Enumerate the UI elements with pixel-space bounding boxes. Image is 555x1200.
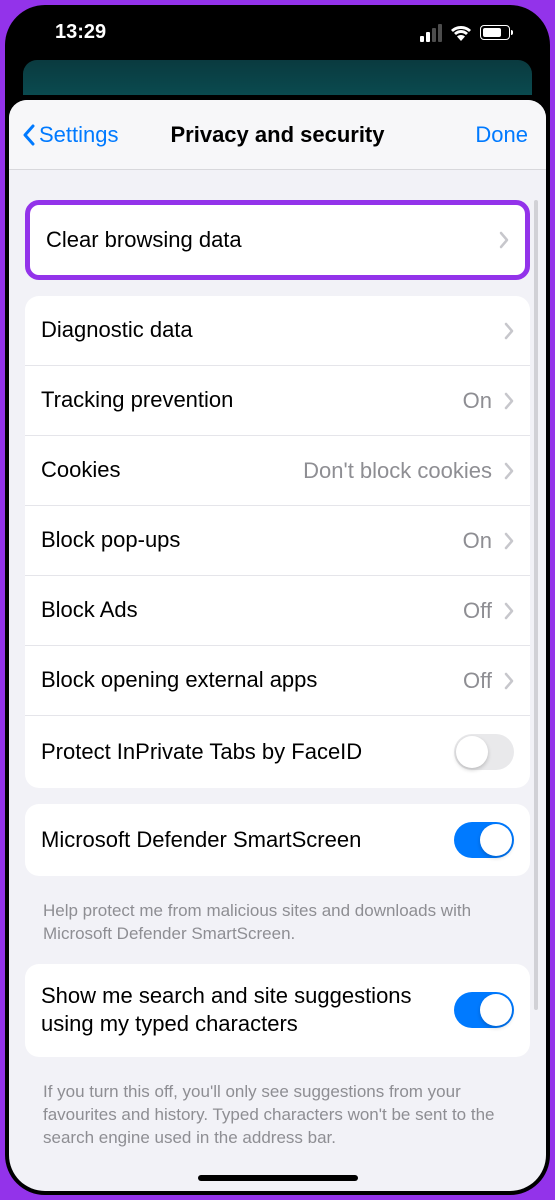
section-footer-smartscreen: Help protect me from malicious sites and… [25, 892, 530, 964]
chevron-right-icon [499, 231, 509, 249]
row-label: Tracking prevention [41, 386, 451, 415]
row-cookies[interactable]: Cookies Don't block cookies [25, 436, 530, 506]
chevron-right-icon [504, 392, 514, 410]
settings-section-highlighted: Clear browsing data [25, 200, 530, 280]
row-value: On [463, 528, 492, 554]
chevron-right-icon [504, 672, 514, 690]
row-label: Clear browsing data [46, 226, 487, 255]
row-block-popups[interactable]: Block pop-ups On [25, 506, 530, 576]
row-label: Cookies [41, 456, 291, 485]
row-clear-browsing-data[interactable]: Clear browsing data [30, 205, 525, 275]
row-block-external-apps[interactable]: Block opening external apps Off [25, 646, 530, 716]
row-value: On [463, 388, 492, 414]
app-background-strip [23, 60, 532, 95]
status-bar: 13:29 [5, 5, 550, 60]
scrollbar[interactable] [534, 200, 538, 1010]
row-label: Block Ads [41, 596, 451, 625]
row-label: Show me search and site suggestions usin… [41, 982, 442, 1039]
row-label: Diagnostic data [41, 316, 492, 345]
row-label: Block pop-ups [41, 526, 451, 555]
cellular-signal-icon [420, 24, 442, 42]
chevron-right-icon [504, 602, 514, 620]
device-frame: 13:29 Settings Priva [5, 5, 550, 1195]
row-value: Off [463, 668, 492, 694]
status-icons [420, 24, 510, 42]
row-value: Off [463, 598, 492, 624]
wifi-icon [450, 25, 472, 41]
row-value: Don't block cookies [303, 458, 492, 484]
row-diagnostic-data[interactable]: Diagnostic data [25, 296, 530, 366]
chevron-right-icon [504, 322, 514, 340]
settings-section-suggestions: Show me search and site suggestions usin… [25, 964, 530, 1057]
row-block-ads[interactable]: Block Ads Off [25, 576, 530, 646]
done-button[interactable]: Done [475, 122, 528, 148]
settings-section-main: Diagnostic data Tracking prevention On C… [25, 296, 530, 788]
row-protect-inprivate-faceid: Protect InPrivate Tabs by FaceID [25, 716, 530, 788]
section-footer-suggestions: If you turn this off, you'll only see su… [25, 1073, 530, 1168]
battery-icon [480, 25, 510, 40]
settings-content[interactable]: Clear browsing data Diagnostic data Trac… [9, 170, 546, 1191]
row-tracking-prevention[interactable]: Tracking prevention On [25, 366, 530, 436]
page-title: Privacy and security [170, 122, 384, 148]
toggle-defender-smartscreen[interactable] [454, 822, 514, 858]
toggle-search-suggestions[interactable] [454, 992, 514, 1028]
navigation-bar: Settings Privacy and security Done [9, 100, 546, 170]
row-label: Microsoft Defender SmartScreen [41, 826, 442, 855]
chevron-left-icon [21, 123, 37, 147]
back-label: Settings [39, 122, 119, 148]
home-indicator[interactable] [198, 1175, 358, 1181]
settings-section-smartscreen: Microsoft Defender SmartScreen [25, 804, 530, 876]
chevron-right-icon [504, 532, 514, 550]
row-label: Block opening external apps [41, 666, 451, 695]
status-time: 13:29 [55, 21, 106, 44]
row-label: Protect InPrivate Tabs by FaceID [41, 738, 442, 767]
toggle-protect-inprivate[interactable] [454, 734, 514, 770]
row-defender-smartscreen: Microsoft Defender SmartScreen [25, 804, 530, 876]
row-search-suggestions: Show me search and site suggestions usin… [25, 964, 530, 1057]
chevron-right-icon [504, 462, 514, 480]
back-button[interactable]: Settings [21, 122, 119, 148]
settings-sheet: Settings Privacy and security Done Clear… [9, 100, 546, 1191]
